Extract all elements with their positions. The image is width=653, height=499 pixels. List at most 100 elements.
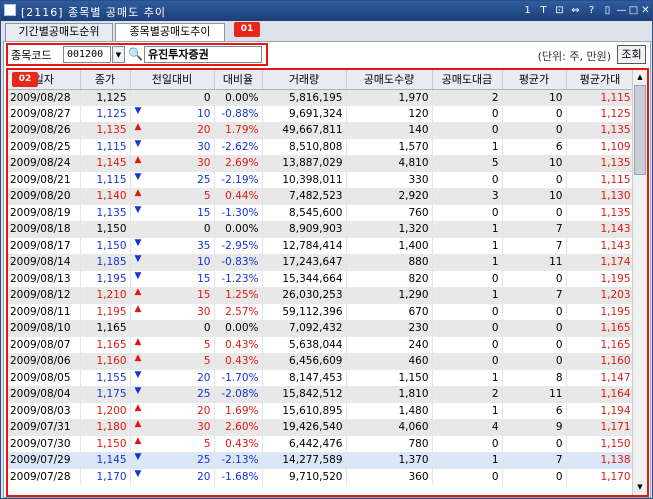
title-bar[interactable]: [2116] 종목별 공매도 추이 1 T ⊡ ⇔ ? ▯ — □ ✕: [1, 1, 652, 21]
scroll-up-icon[interactable]: ▲: [634, 71, 646, 84]
table-row[interactable]: 2009/08/18 1,150 0 0.00% 8,909,903 1,320 1 7 1,1…: [8, 221, 635, 238]
change-cell: 0: [130, 221, 215, 238]
short-amount-cell: 0: [432, 303, 503, 320]
change-value: 15: [197, 272, 211, 285]
column-header[interactable]: 공매도대금: [432, 70, 503, 90]
text-icon[interactable]: T: [537, 4, 550, 17]
close-price-cell: 1,150: [80, 435, 131, 452]
short-amount-cell: 0: [432, 270, 503, 287]
table-row[interactable]: 2009/08/11 1,195 ▲ 30 2.57% 59,112,396 670 0 0 1,…: [8, 303, 635, 320]
date-cell: 2009/08/21: [8, 171, 81, 188]
table-row[interactable]: 2009/07/31 1,180 ▲ 30 2.60% 19,426,540 4,060 4 9…: [8, 419, 635, 436]
short-qty-cell: 820: [346, 270, 433, 287]
table-row[interactable]: 2009/08/17 1,150 ▼ 35 -2.95% 12,784,414 1,400 1…: [8, 237, 635, 254]
table-row[interactable]: 2009/08/10 1,165 0 0.00% 7,092,432 230 0 0 1,165: [8, 320, 635, 337]
change-value: 15: [197, 206, 211, 219]
close-button[interactable]: ✕: [639, 4, 652, 17]
help-icon[interactable]: ?: [585, 4, 598, 17]
change-value: 25: [197, 388, 211, 401]
volume-cell: 19,426,540: [262, 419, 347, 436]
date-cell: 2009/08/03: [8, 402, 81, 419]
avg-price-band-cell: 1,109: [566, 138, 635, 155]
table-row[interactable]: 2009/08/28 1,125 0 0.00% 5,816,195 1,970 2 10 1,…: [8, 89, 635, 106]
table-row[interactable]: 2009/08/19 1,135 ▼ 15 -1.30% 8,545,600 760 0 0 1,…: [8, 204, 635, 221]
change-cell: 0: [130, 89, 215, 106]
change-rate-cell: -0.88%: [214, 105, 263, 122]
tab-period-ranking[interactable]: 기간별공매도순위: [5, 23, 113, 41]
change-value: 10: [197, 107, 211, 120]
change-rate-cell: -1.70%: [214, 369, 263, 386]
change-rate-cell: 1.69%: [214, 402, 263, 419]
avg-price-band-cell: 1,150: [566, 435, 635, 452]
volume-cell: 10,398,011: [262, 171, 347, 188]
down-arrow-icon: ▼: [134, 468, 142, 479]
column-header[interactable]: 대비율: [214, 70, 263, 90]
change-rate-cell: 1.79%: [214, 122, 263, 139]
date-cell: 2009/07/28: [8, 468, 81, 485]
volume-cell: 15,344,664: [262, 270, 347, 287]
print-icon[interactable]: ▯: [601, 4, 614, 17]
avg-price-band-cell: 1,115: [566, 171, 635, 188]
table-row[interactable]: 2009/08/06 1,160 ▲ 5 0.43% 6,456,609 460 0 0 1,16…: [8, 353, 635, 370]
close-price-cell: 1,125: [80, 105, 131, 122]
volume-cell: 13,887,029: [262, 155, 347, 172]
short-qty-cell: 670: [346, 303, 433, 320]
table-row[interactable]: 2009/08/21 1,115 ▼ 25 -2.19% 10,398,011 330 0 0 1…: [8, 171, 635, 188]
avg-price-cell: 0: [502, 122, 567, 139]
data-grid[interactable]: 일자 종가 전일대비 대비율 거래량 공매도수량 공매도대금 평균가 평균가대 2009/08/…: [6, 68, 649, 497]
date-cell: 2009/08/11: [8, 303, 81, 320]
column-header[interactable]: 거래량: [262, 70, 347, 90]
table-row[interactable]: 2009/08/05 1,155 ▼ 20 -1.70% 8,147,453 1,150 1 8…: [8, 369, 635, 386]
table-row[interactable]: 2009/08/26 1,135 ▲ 20 1.79% 49,667,811 140 0 0 1,…: [8, 122, 635, 139]
link-icon[interactable]: ⊡: [553, 4, 566, 17]
volume-cell: 6,456,609: [262, 353, 347, 370]
volume-cell: 7,092,432: [262, 320, 347, 337]
column-header[interactable]: 전일대비: [130, 70, 215, 90]
table-row[interactable]: 2009/08/27 1,125 ▼ 10 -0.88% 9,691,324 120 0 0 1,…: [8, 105, 635, 122]
avg-price-cell: 0: [502, 336, 567, 353]
volume-cell: 9,710,520: [262, 468, 347, 485]
tab-stock-trend[interactable]: 종목별공매도추이: [115, 23, 225, 42]
scroll-thumb[interactable]: [634, 85, 646, 175]
avg-price-band-cell: 1,164: [566, 386, 635, 403]
table-row[interactable]: 2009/07/28 1,170 ▼ 20 -1.68% 9,710,520 360 0 0 1,…: [8, 468, 635, 485]
column-header[interactable]: 평균가대: [566, 70, 635, 90]
short-amount-cell: 2: [432, 89, 503, 106]
table-row[interactable]: 2009/07/30 1,150 ▲ 5 0.43% 6,442,476 780 0 0 1,15…: [8, 435, 635, 452]
change-cell: ▼ 15: [130, 204, 215, 221]
date-cell: 2009/07/30: [8, 435, 81, 452]
short-qty-cell: 880: [346, 254, 433, 271]
change-cell: ▲ 5: [130, 188, 215, 205]
table-row[interactable]: 2009/08/25 1,115 ▼ 30 -2.62% 8,510,808 1,570 1 6…: [8, 138, 635, 155]
table-row[interactable]: 2009/08/24 1,145 ▲ 30 2.69% 13,887,029 4,810 5 1…: [8, 155, 635, 172]
screen-number-icon[interactable]: 1: [521, 4, 534, 17]
table-row[interactable]: 2009/08/03 1,200 ▲ 20 1.69% 15,610,895 1,480 1 6…: [8, 402, 635, 419]
table-row[interactable]: 2009/08/04 1,175 ▼ 25 -2.08% 15,842,512 1,810 2…: [8, 386, 635, 403]
table-row[interactable]: 2009/08/14 1,185 ▼ 10 -0.83% 17,243,647 880 1 11…: [8, 254, 635, 271]
change-cell: ▲ 15: [130, 287, 215, 304]
close-price-cell: 1,160: [80, 353, 131, 370]
table-row[interactable]: 2009/08/07 1,165 ▲ 5 0.43% 5,638,044 240 0 0 1,16…: [8, 336, 635, 353]
date-cell: 2009/08/20: [8, 188, 81, 205]
chevron-down-icon[interactable]: ▼: [112, 46, 125, 63]
short-qty-cell: 1,480: [346, 402, 433, 419]
up-arrow-icon: ▲: [134, 287, 142, 297]
column-header[interactable]: 평균가: [502, 70, 567, 90]
up-arrow-icon: ▲: [134, 353, 142, 363]
vertical-scrollbar[interactable]: ▲ ▼: [632, 70, 647, 495]
stock-code-input[interactable]: 001200: [63, 46, 111, 63]
column-header[interactable]: 공매도수량: [346, 70, 433, 90]
table-row[interactable]: 2009/08/13 1,195 ▼ 15 -1.23% 15,344,664 820 0 0 1…: [8, 270, 635, 287]
table-row[interactable]: 2009/08/20 1,140 ▲ 5 0.44% 7,482,523 2,920 3 10 1…: [8, 188, 635, 205]
search-icon[interactable]: 🔍: [128, 46, 143, 63]
avg-price-cell: 10: [502, 188, 567, 205]
scroll-down-icon[interactable]: ▼: [634, 481, 646, 494]
avg-price-cell: 8: [502, 369, 567, 386]
table-row[interactable]: 2009/08/12 1,210 ▲ 15 1.25% 26,030,253 1,290 1 7…: [8, 287, 635, 304]
swap-icon[interactable]: ⇔: [569, 4, 582, 17]
table-row[interactable]: 2009/07/29 1,145 ▼ 25 -2.13% 14,277,589 1,370 1…: [8, 452, 635, 469]
avg-price-band-cell: 1,130: [566, 188, 635, 205]
column-header[interactable]: 종가: [80, 70, 131, 90]
change-value: 25: [197, 454, 211, 467]
query-button[interactable]: 조회: [617, 45, 646, 64]
